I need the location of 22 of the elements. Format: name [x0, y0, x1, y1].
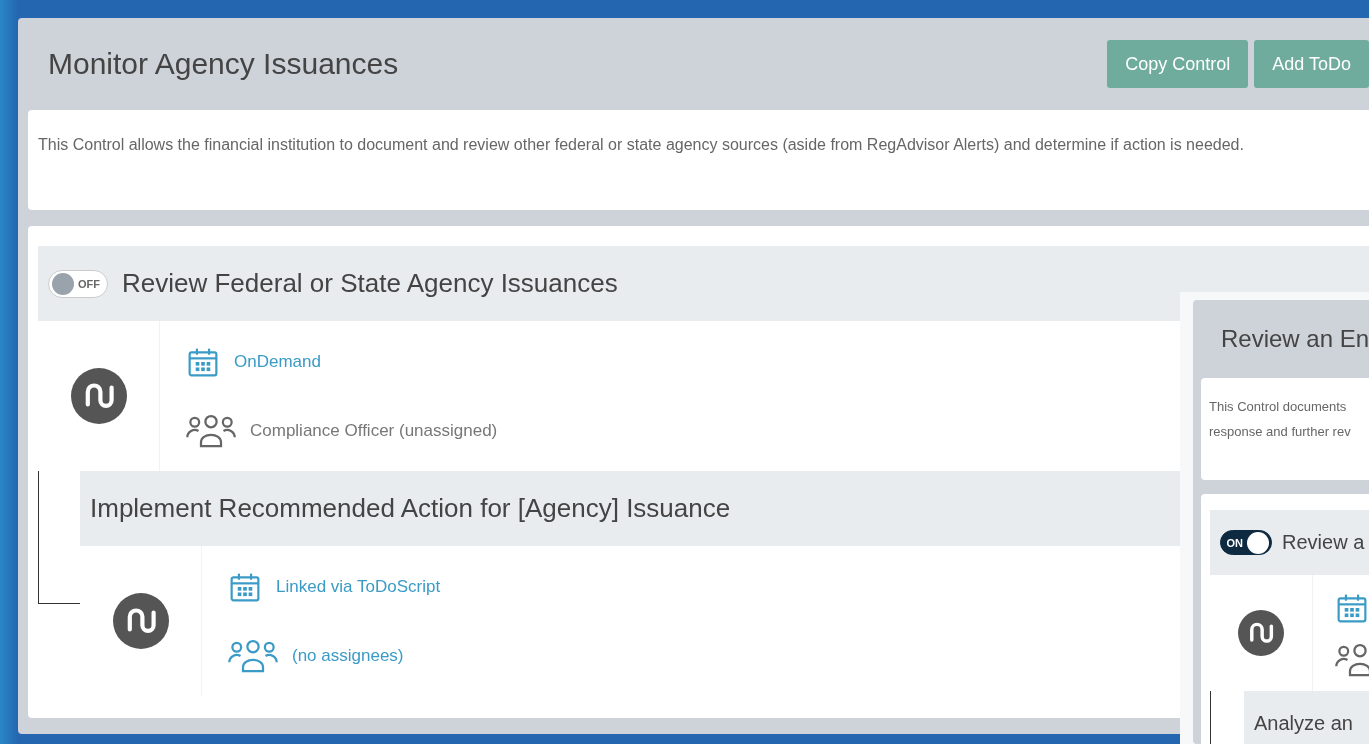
- toggle-switch[interactable]: ON: [1220, 530, 1272, 555]
- todo-title: Implement Recommended Action for [Agency] Issuance: [90, 493, 731, 524]
- control-description: This Control allows the financial institution to document and review other federal or state agency sources (aside from RegAdvisor Alerts) and determine if action is needed.: [38, 136, 1244, 153]
- description-line: response and further rev: [1209, 423, 1352, 441]
- todo-title: Analyze an: [1254, 712, 1353, 735]
- control-title: Monitor Agency Issuances: [48, 47, 400, 81]
- toolbar-button[interactable]: Add ToDo: [1254, 40, 1369, 88]
- todo-title: Review Federal or State Agency Issuances: [122, 268, 618, 299]
- assignee-text: Compliance Officer (unassigned): [250, 421, 498, 441]
- todo-title: Review a: [1282, 531, 1365, 554]
- assignee-text[interactable]: (no assignees): [292, 646, 404, 666]
- schedule-link[interactable]: Linked via ToDoScript: [276, 577, 441, 597]
- avatar-icon: [112, 593, 169, 649]
- people-icon: [228, 638, 278, 674]
- avatar-icon: [70, 368, 127, 424]
- people-icon: [186, 413, 236, 449]
- control-title: Review an En: [1221, 325, 1369, 353]
- schedule-link[interactable]: OnDemand: [234, 352, 321, 372]
- avatar-icon: [1238, 610, 1284, 656]
- toggle-switch[interactable]: OFF: [48, 269, 108, 298]
- toolbar-button[interactable]: Copy Control: [1107, 40, 1249, 88]
- description-line: This Control documents: [1209, 398, 1348, 416]
